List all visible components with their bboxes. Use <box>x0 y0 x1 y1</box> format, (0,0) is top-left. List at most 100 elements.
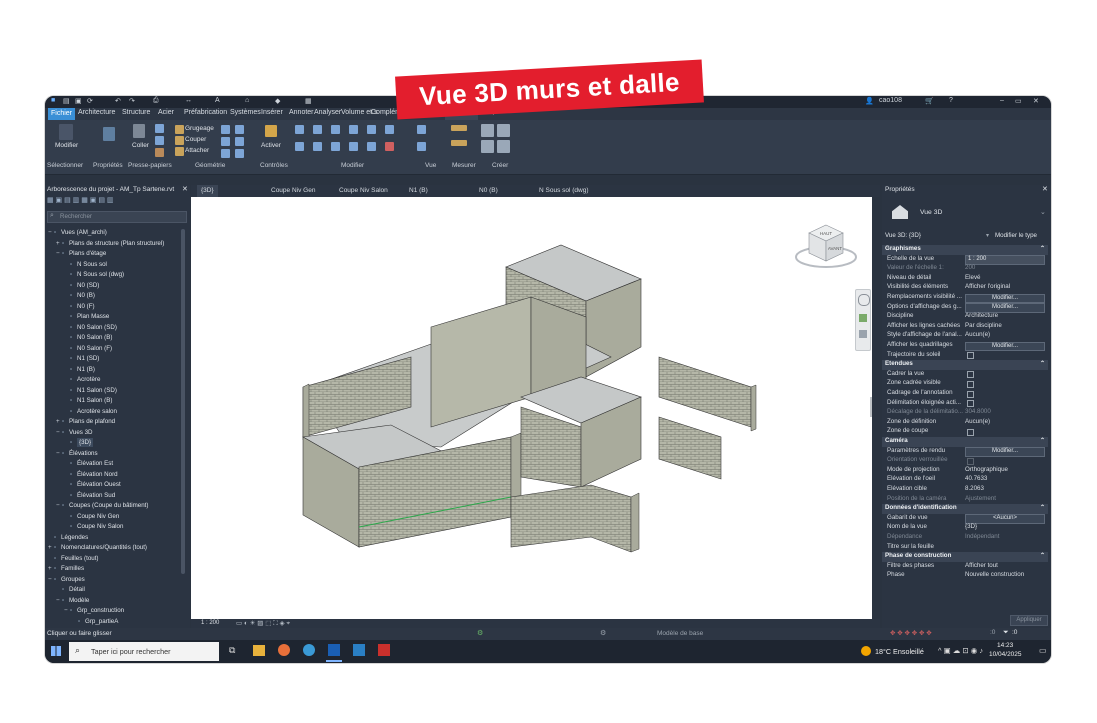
firefox-icon[interactable] <box>278 644 290 656</box>
property-category[interactable]: Phase de construction ⌃ <box>882 552 1048 562</box>
measure-tool-icon[interactable] <box>451 125 467 131</box>
property-value[interactable]: 40.7633 <box>965 475 987 482</box>
windows-start-icon[interactable] <box>51 646 61 656</box>
text-icon[interactable]: A <box>215 97 220 104</box>
tree-item[interactable]: N0 Salon (B) <box>77 333 112 342</box>
create-similar-icon[interactable] <box>497 140 510 153</box>
property-edit-button[interactable]: Modifier... <box>965 303 1045 313</box>
modify-cursor-icon[interactable] <box>59 124 73 140</box>
curved-front-wall[interactable] <box>510 484 632 553</box>
array-icon[interactable] <box>349 142 358 151</box>
section-icon[interactable]: ◆ <box>275 97 280 105</box>
property-row[interactable]: Paramètres de rendu Modifier... <box>882 447 1048 457</box>
cart-icon[interactable]: 🛒 <box>925 97 934 105</box>
rotate-icon[interactable] <box>331 142 340 151</box>
view-cube-front-label[interactable]: AVANT <box>828 246 843 251</box>
property-edit-button[interactable]: Modifier... <box>965 293 1045 303</box>
copy-icon[interactable] <box>155 136 164 145</box>
ribbon-tab-0[interactable]: Fichier <box>48 108 76 120</box>
property-row[interactable]: Trajectoire du soleil <box>882 351 1048 361</box>
property-row[interactable]: Zone de coupe <box>882 427 1048 437</box>
align-icon[interactable] <box>295 125 304 134</box>
property-value[interactable]: Aucun(e) <box>965 418 990 425</box>
tree-item[interactable]: Grp_construction <box>77 606 124 615</box>
property-value[interactable]: Elevé <box>965 274 980 281</box>
revit-app-icon[interactable] <box>328 644 340 656</box>
join-icon[interactable] <box>221 125 230 134</box>
create-assembly-icon[interactable] <box>481 140 494 153</box>
paint-icon[interactable] <box>221 137 230 146</box>
tree-expander-icon[interactable]: − <box>56 449 60 458</box>
viewport-scrollbar[interactable] <box>870 397 872 417</box>
collapse-icon[interactable]: ⌃ <box>1040 437 1045 444</box>
property-row[interactable]: Afficher les quadrillages Modifier... <box>882 341 1048 351</box>
delete-icon[interactable] <box>385 142 394 151</box>
measure-icon[interactable]: ↔ <box>185 97 192 104</box>
property-value[interactable]: Indépendant <box>965 533 999 540</box>
zoom-icon[interactable] <box>859 314 867 322</box>
tree-item[interactable]: Élévation Est <box>77 459 113 468</box>
property-edit-button[interactable]: <Aucun> <box>965 514 1045 524</box>
paste-icon[interactable] <box>133 124 145 138</box>
trim-icon[interactable] <box>385 125 394 134</box>
property-row[interactable]: Zone cadrée visible <box>882 379 1048 389</box>
mirror-draw-icon[interactable] <box>349 125 358 134</box>
property-row[interactable]: Filtre des phases Afficher tout <box>882 562 1048 572</box>
tree-item[interactable]: Nomenclatures/Quantités (tout) <box>61 543 147 552</box>
property-value[interactable]: 8.2063 <box>965 485 984 492</box>
acrobat-icon[interactable] <box>378 644 390 656</box>
property-checkbox[interactable] <box>967 390 974 398</box>
nav-menu-icon[interactable] <box>859 330 867 338</box>
scale-icon[interactable] <box>367 142 376 151</box>
tree-expander-icon[interactable]: − <box>56 501 60 510</box>
split-face-icon[interactable] <box>235 125 244 134</box>
far-right-low-wall[interactable] <box>658 416 722 480</box>
mirror-axis-icon[interactable] <box>331 125 340 134</box>
view-scale-input[interactable]: 1 : 200 <box>965 255 1045 265</box>
view-tab-5[interactable]: N Sous sol (dwg) <box>539 187 589 194</box>
property-row[interactable]: Gabarit de vue <Aucun> <box>882 514 1048 524</box>
offset-icon[interactable] <box>313 125 322 134</box>
clock-time[interactable]: 14:23 <box>997 642 1013 649</box>
property-value[interactable]: {3D} <box>965 523 977 530</box>
design-options-icon[interactable]: ⚙ <box>600 629 606 637</box>
property-value[interactable]: Orthographique <box>965 466 1008 473</box>
tree-expander-icon[interactable]: − <box>64 606 68 615</box>
tree-expander-icon[interactable]: + <box>56 239 60 248</box>
instance-selector[interactable]: Vue 3D: {3D} <box>885 232 921 239</box>
property-row[interactable]: Afficher les lignes cachées Par disciplin… <box>882 322 1048 332</box>
tree-item[interactable]: N0 Salon (SD) <box>77 323 117 332</box>
steering-wheel-icon[interactable] <box>858 294 870 306</box>
3d-viewport[interactable]: HAUT AVANT <box>191 197 872 619</box>
apply-button[interactable]: Appliquer <box>1010 615 1048 626</box>
override-graphics-icon[interactable] <box>417 142 426 151</box>
tree-item[interactable]: Plans de plafond <box>69 417 115 426</box>
property-row[interactable]: Remplacements visibilité ... Modifier... <box>882 293 1048 303</box>
property-checkbox[interactable] <box>967 352 974 360</box>
maximize-icon[interactable]: ▭ <box>1015 97 1022 105</box>
tree-item[interactable]: Feuilles (tout) <box>61 554 98 563</box>
selection-icons[interactable]: ✥ ✥ ✥ ✥ ✥ ✥ <box>890 629 932 637</box>
property-row[interactable]: Style d'affichage de l'anal... Aucun(e) <box>882 331 1048 341</box>
property-checkbox[interactable] <box>967 371 974 379</box>
create-part-icon[interactable] <box>481 124 494 137</box>
group-label-select[interactable]: Sélectionner <box>47 162 83 169</box>
property-value[interactable]: Ajustement <box>965 495 996 502</box>
save-icon[interactable]: ▣ <box>75 97 82 105</box>
3d-view-icon[interactable]: ⌂ <box>245 97 249 104</box>
tree-expander-icon[interactable]: − <box>48 575 52 584</box>
filter-icon[interactable]: ⏷ <box>1003 629 1009 637</box>
active-model[interactable]: Modèle de base <box>657 630 703 637</box>
property-row[interactable]: Cadrage de l'annotation <box>882 389 1048 399</box>
property-row[interactable]: Elévation cible 8.2063 <box>882 485 1048 495</box>
properties-close-icon[interactable]: ✕ <box>1042 185 1048 193</box>
collapse-icon[interactable]: ⌃ <box>1040 245 1045 252</box>
tree-item[interactable]: Modèle <box>69 596 89 605</box>
view-scale[interactable]: 1 : 200 <box>201 620 219 626</box>
activate-icon[interactable] <box>265 125 277 137</box>
tree-expander-icon[interactable]: + <box>48 543 52 552</box>
tree-item[interactable]: N0 Salon (F) <box>77 344 112 353</box>
tree-item[interactable]: Élévation Nord <box>77 470 118 479</box>
type-dropdown-icon[interactable]: ⌄ <box>1040 208 1046 216</box>
property-value[interactable]: Par discipline <box>965 322 1002 329</box>
